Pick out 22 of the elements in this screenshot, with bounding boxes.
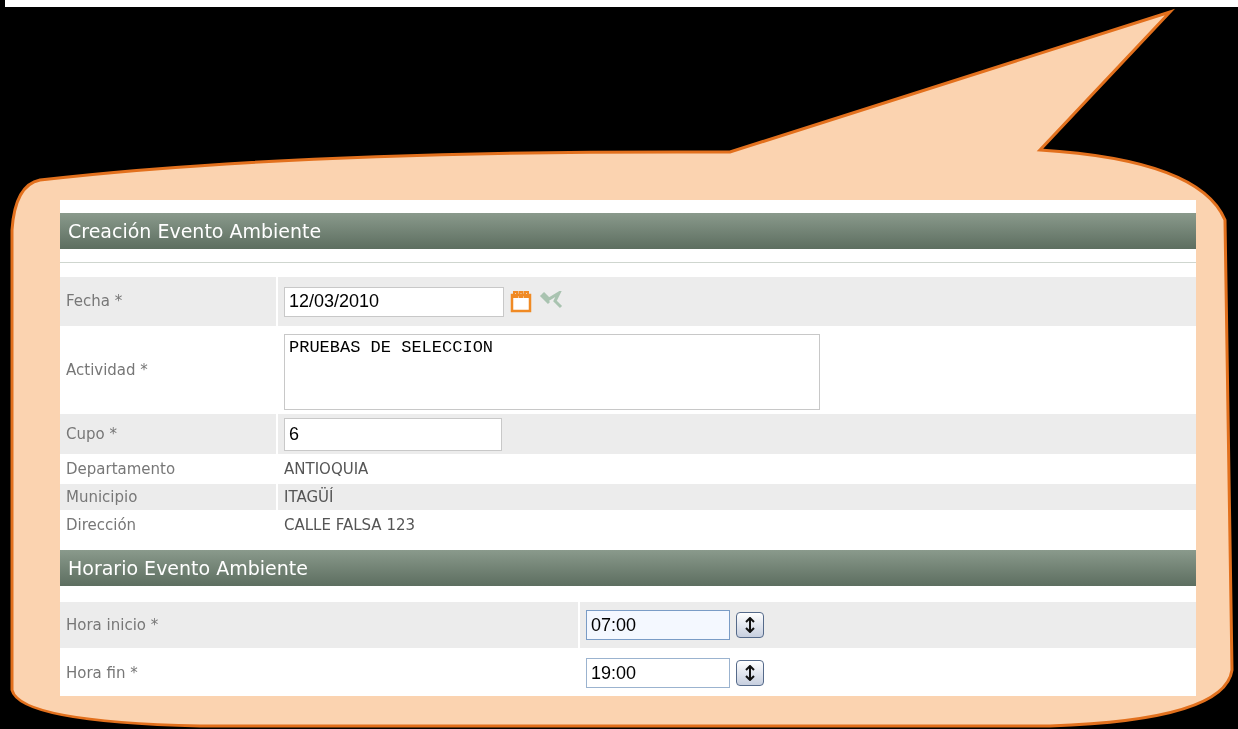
spinner-button[interactable] — [736, 660, 764, 686]
section-header: Creación Evento Ambiente — [60, 213, 1196, 249]
field-value: ITAGÜÍ — [284, 486, 334, 508]
field-label: Cupo * — [66, 423, 117, 445]
up-down-arrow-icon — [745, 617, 755, 633]
quota-field[interactable]: 6 — [284, 417, 502, 451]
section-header: Horario Evento Ambiente — [60, 550, 1196, 586]
field-label: Dirección — [66, 514, 137, 536]
field-label: Actividad * — [66, 359, 148, 381]
field-value: CALLE FALSA 123 — [284, 514, 416, 536]
date-field[interactable]: 12/03/2010 — [284, 286, 504, 317]
time-field[interactable]: 07:00 — [586, 610, 730, 640]
time-field[interactable]: 19:00 — [586, 658, 730, 688]
field-label: Hora inicio * — [66, 614, 159, 636]
field-label: Departamento — [66, 458, 176, 480]
field-label: Fecha * — [66, 291, 123, 313]
activity-field[interactable]: PRUEBAS DE SELECCION — [284, 334, 820, 410]
spinner-button[interactable] — [736, 612, 764, 638]
field-label: Hora fin * — [66, 662, 138, 684]
field-label: Municipio — [66, 486, 138, 508]
field-value: ANTIOQUIA — [284, 458, 369, 480]
up-down-arrow-icon — [745, 665, 755, 681]
